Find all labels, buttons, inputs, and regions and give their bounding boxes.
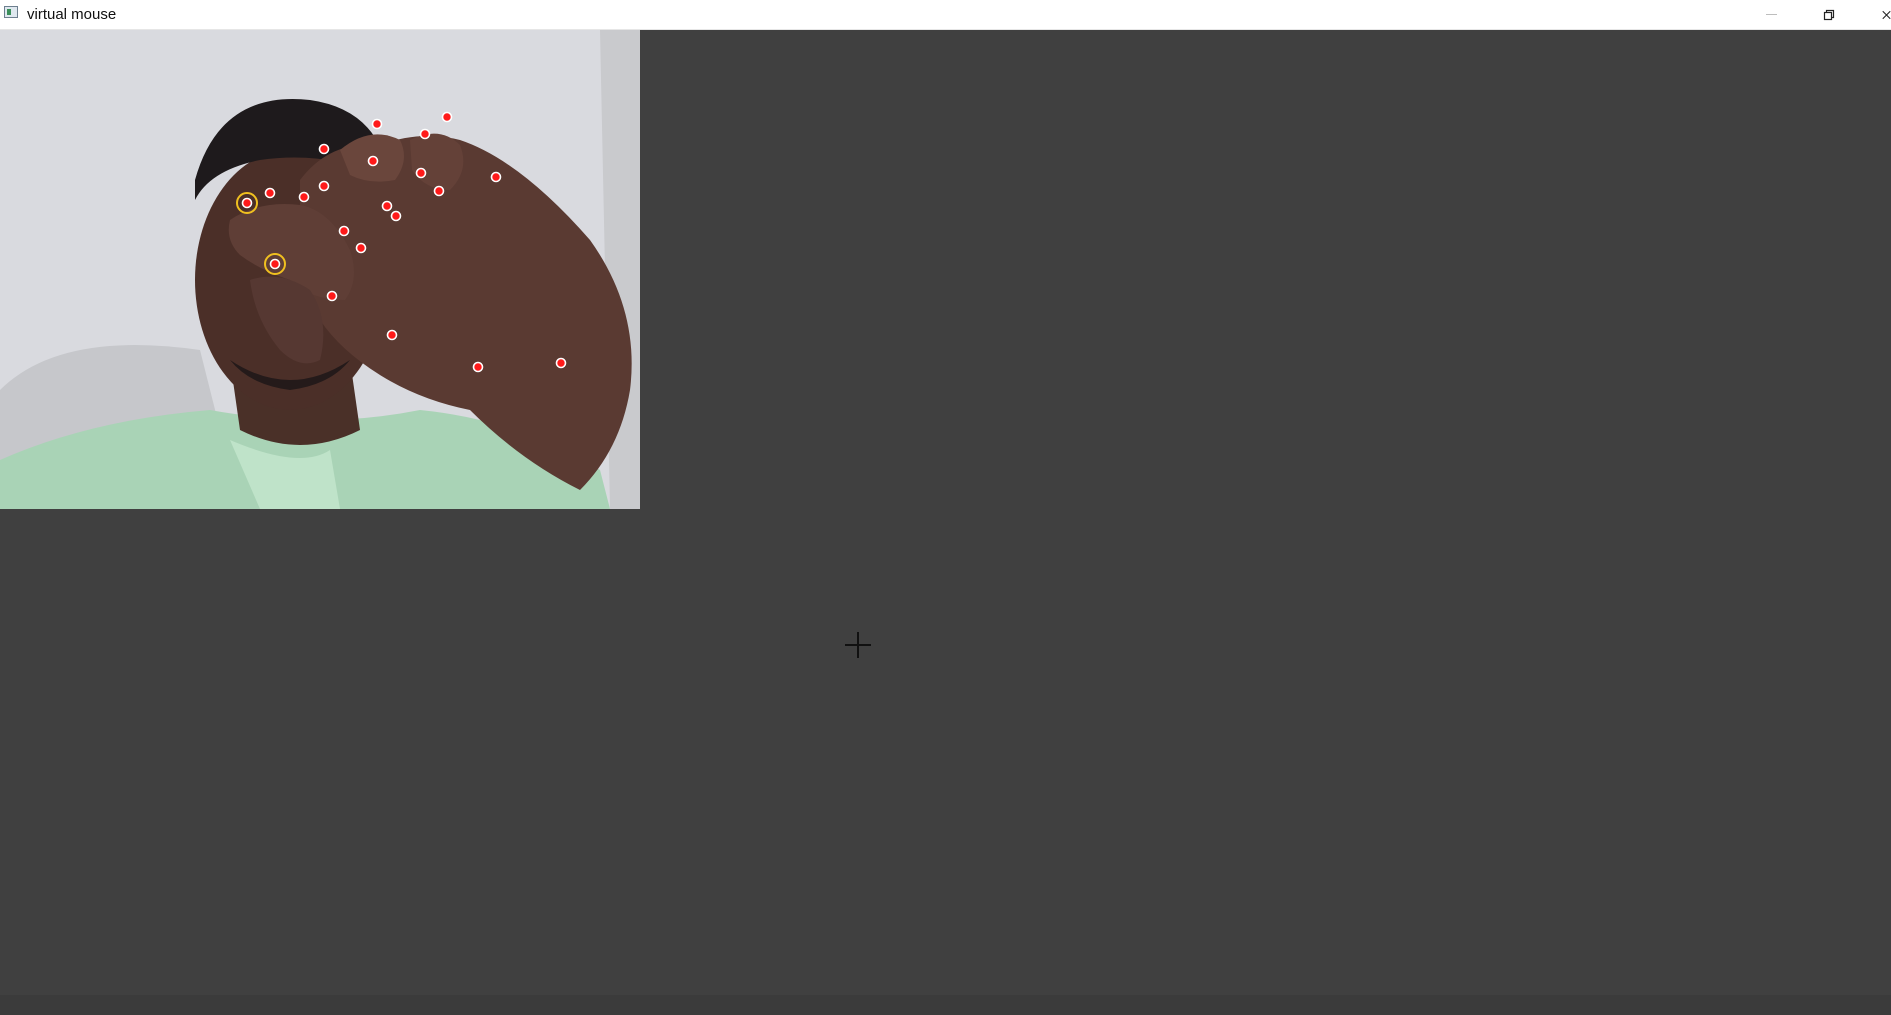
app-window-icon [4, 6, 18, 18]
webcam-image [0, 30, 640, 509]
window-title: virtual mouse [27, 6, 117, 23]
minimize-button[interactable] [1742, 0, 1800, 29]
bottom-edge [0, 995, 1891, 1015]
minimize-icon [1765, 14, 1777, 15]
close-button[interactable] [1858, 0, 1891, 29]
restore-icon [1823, 9, 1835, 20]
crosshair-cursor-icon [845, 632, 871, 658]
maximize-button[interactable] [1800, 0, 1858, 29]
title-bar: virtual mouse [0, 0, 1891, 30]
close-icon [1882, 10, 1891, 19]
webcam-feed [0, 30, 640, 509]
